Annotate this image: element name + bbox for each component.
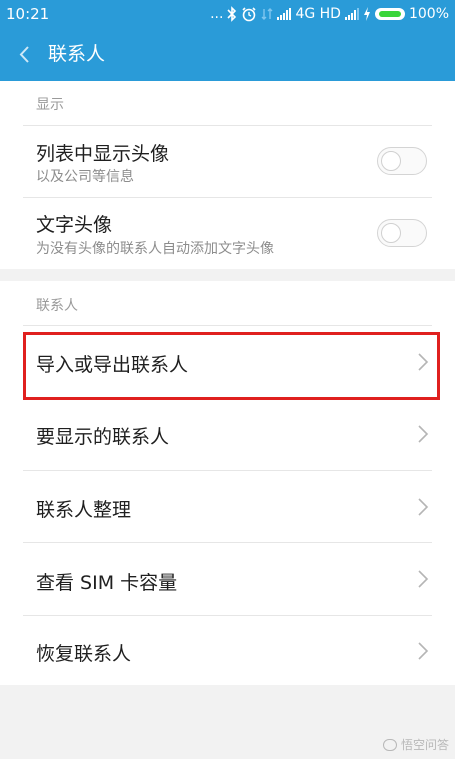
chevron-right-icon	[418, 570, 429, 588]
list-item-restore-contacts[interactable]: 恢复联系人	[0, 616, 455, 685]
list-item-show-avatar[interactable]: 列表中显示头像 以及公司等信息	[0, 126, 455, 197]
back-button[interactable]	[10, 38, 40, 71]
battery-icon	[374, 8, 405, 20]
alarm-icon	[242, 7, 257, 22]
list-item-text-avatar[interactable]: 文字头像 为没有头像的联系人自动添加文字头像	[0, 198, 455, 269]
watermark: 悟空问答	[382, 736, 449, 753]
toggle-knob	[381, 151, 401, 171]
charging-icon	[363, 7, 370, 21]
page-title: 联系人	[48, 43, 106, 65]
list-item-contacts-to-display[interactable]: 要显示的联系人	[0, 399, 455, 470]
status-time: 10:21	[6, 5, 50, 23]
list-item-import-export[interactable]: 导入或导出联系人	[0, 326, 455, 398]
show-avatar-toggle[interactable]	[377, 147, 427, 175]
signal-bars-icon	[277, 8, 292, 20]
chevron-left-icon	[19, 46, 29, 63]
item-title: 联系人整理	[36, 499, 132, 521]
list-item-organize-contacts[interactable]: 联系人整理	[0, 471, 455, 542]
chevron-right-icon	[418, 353, 429, 371]
network-type: 4G HD	[295, 6, 341, 22]
toggle-knob	[381, 223, 401, 243]
item-title: 列表中显示头像	[36, 143, 170, 165]
status-icons: ... 4G HD 100%	[210, 4, 449, 24]
display-section: 显示 列表中显示头像 以及公司等信息 文字头像 为没有头像的联系人自动添加文字头…	[0, 81, 455, 269]
section-header-display: 显示	[36, 97, 64, 113]
item-title: 查看 SIM 卡容量	[36, 572, 178, 594]
item-title: 导入或导出联系人	[36, 354, 189, 376]
text-avatar-toggle[interactable]	[377, 219, 427, 247]
list-item-sim-capacity[interactable]: 查看 SIM 卡容量	[0, 543, 455, 615]
chevron-right-icon	[418, 498, 429, 516]
watermark-icon	[382, 738, 397, 751]
signal-off-icon	[261, 8, 273, 20]
chevron-right-icon	[418, 425, 429, 443]
signal-bars-icon-2	[344, 8, 359, 20]
chevron-right-icon	[418, 642, 429, 660]
status-bar: 10:21 ... 4G HD 100%	[0, 0, 455, 28]
battery-level: 100%	[408, 6, 449, 22]
item-title: 要显示的联系人	[36, 426, 170, 448]
watermark-text: 悟空问答	[400, 738, 449, 752]
item-subtitle: 为没有头像的联系人自动添加文字头像	[36, 241, 274, 257]
bluetooth-icon	[227, 6, 237, 22]
notification-dots: ...	[210, 6, 224, 22]
item-title: 文字头像	[36, 214, 113, 236]
item-title: 恢复联系人	[36, 643, 132, 665]
app-bar: 联系人	[0, 28, 455, 81]
item-subtitle: 以及公司等信息	[36, 169, 134, 185]
section-header-contacts: 联系人	[36, 298, 78, 314]
contacts-section: 联系人 导入或导出联系人 要显示的联系人 联系人整理 查看 SIM 卡容量 恢复…	[0, 281, 455, 685]
